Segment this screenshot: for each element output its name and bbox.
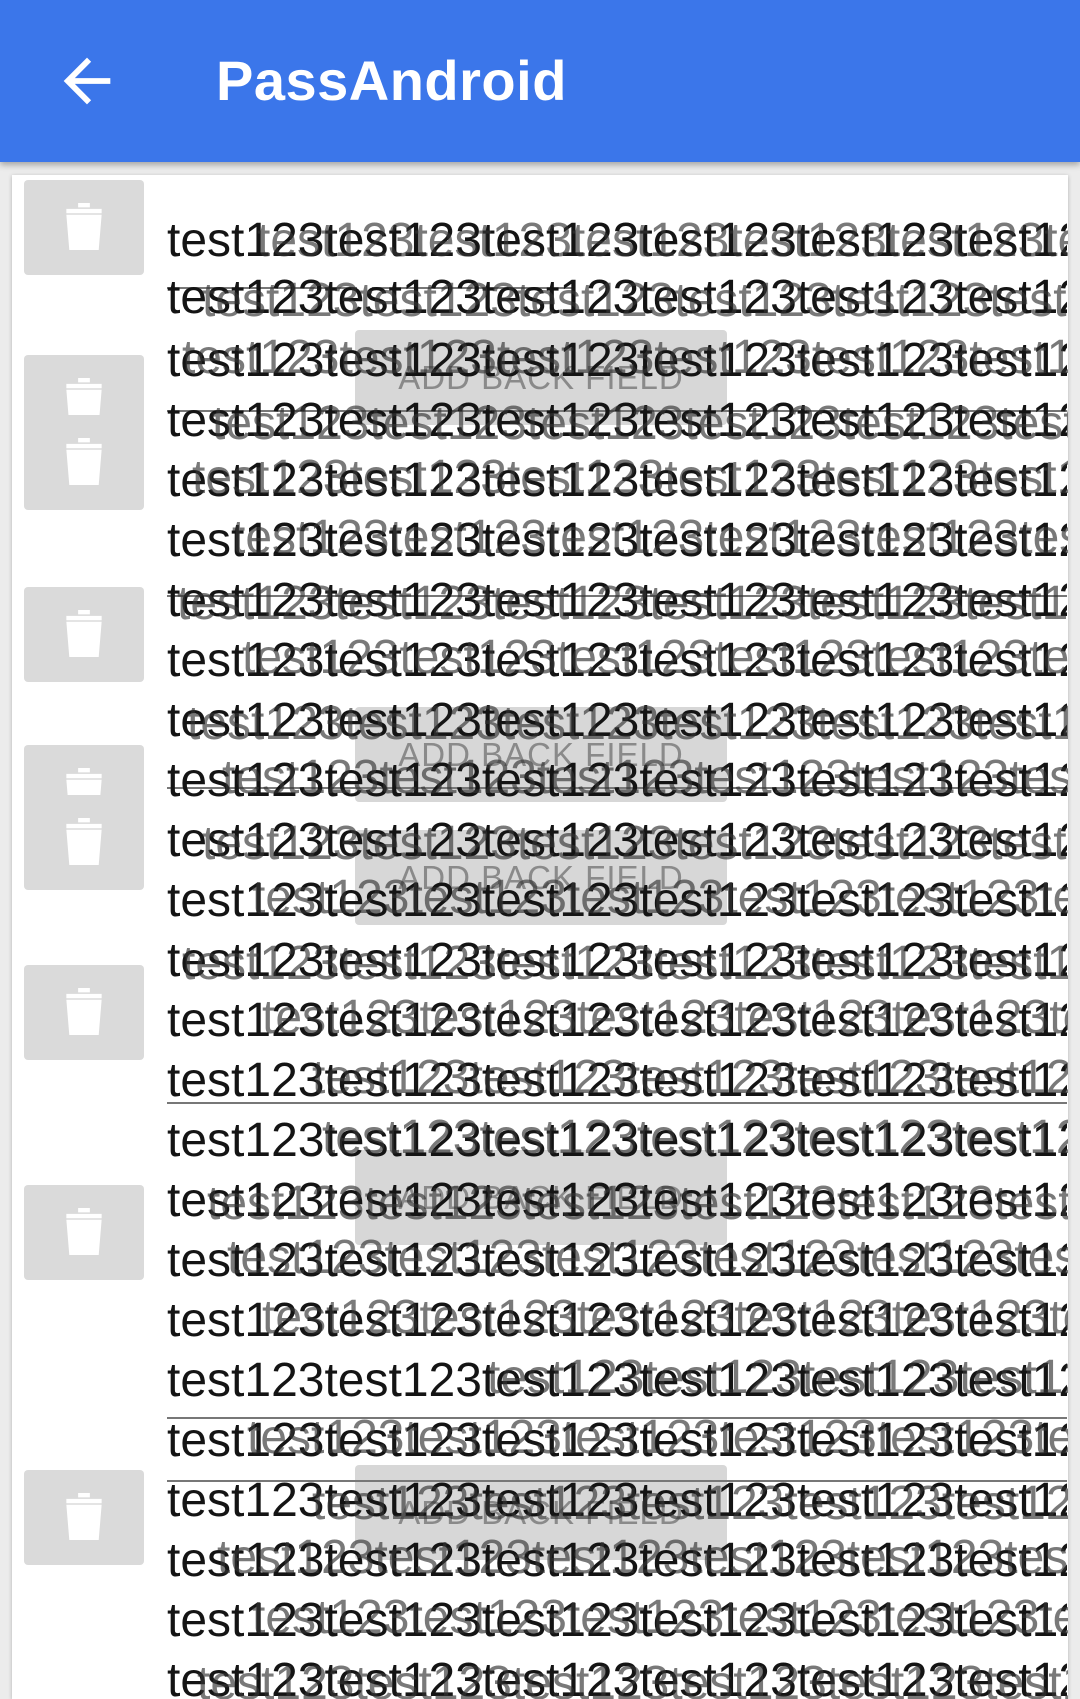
field-value[interactable]: test123test123test123test123test123test1… (312, 1473, 1068, 1535)
delete-field-button[interactable] (24, 587, 144, 682)
trash-icon (63, 985, 105, 1040)
field-value[interactable]: test123test123test123test123test123test1… (182, 933, 1068, 995)
field-value[interactable]: test123test123test123test123test123test1… (192, 447, 1068, 509)
field-value[interactable]: test123test123test123test123test123test1… (252, 1587, 1068, 1649)
field-value[interactable]: test123test123test123test123test123test1… (182, 327, 1068, 389)
field-value[interactable]: test123test123test123test123test123test1… (177, 573, 1068, 635)
trash-icon (63, 815, 105, 870)
field-value[interactable]: test123test123test123test123test123test1… (207, 1173, 1068, 1235)
delete-field-button[interactable] (24, 180, 144, 275)
field-value[interactable]: test123test123test123test123test123test1… (257, 210, 1068, 272)
field-value[interactable]: test123test123test123test123test123test1… (247, 1407, 1068, 1469)
field-value[interactable]: test123test123test123test123test123test1… (197, 1653, 1068, 1699)
field-value[interactable]: test123test123test123test123test123test1… (202, 270, 1068, 332)
trash-icon (63, 1490, 105, 1545)
field-value[interactable]: test123test123test123test123test123test1… (187, 693, 1068, 755)
trash-icon (63, 200, 105, 255)
delete-field-button[interactable] (24, 1470, 144, 1565)
field-value[interactable]: test123test123test123test123test123test1… (487, 1347, 1068, 1409)
field-value[interactable]: test123test123test123test123test123test1… (252, 867, 1068, 929)
field-value[interactable]: test123test123test123test123test123test1… (212, 393, 1068, 455)
arrow-back-icon[interactable] (52, 46, 122, 116)
delete-field-button[interactable] (24, 965, 144, 1060)
field-value[interactable]: test123test123test123test123test123test1… (232, 507, 1068, 569)
trash-icon (63, 1205, 105, 1260)
field-value[interactable]: test123test123test123test123test123test1… (222, 747, 1068, 809)
field-value[interactable]: test123test123test123test123test123test1… (242, 627, 1068, 689)
delete-field-button[interactable] (24, 415, 144, 510)
delete-field-button[interactable] (24, 795, 144, 890)
app-title: PassAndroid (216, 49, 567, 112)
field-value[interactable]: test123test123test123test123test123test1… (312, 1047, 1068, 1109)
fields-card: ADD BACK FIELD ADD BACK FIELD ADD BACK F… (12, 175, 1068, 1699)
app-bar: PassAndroid (0, 0, 1080, 162)
trash-icon (63, 607, 105, 662)
field-value[interactable]: test123test123test123test123test123test1… (202, 813, 1068, 875)
trash-icon (63, 435, 105, 490)
field-value[interactable]: test123test123test123test123test123test1… (227, 1227, 1068, 1289)
delete-field-button[interactable] (24, 1185, 144, 1280)
field-value[interactable]: test123test123test123test123test123test1… (262, 1287, 1068, 1349)
field-value[interactable]: test123test123test123test123test123test1… (322, 1107, 1068, 1169)
field-value[interactable]: test123test123test123test123test123test1… (217, 1527, 1068, 1589)
field-value[interactable]: test123test123test123test123test123test1… (262, 987, 1068, 1049)
